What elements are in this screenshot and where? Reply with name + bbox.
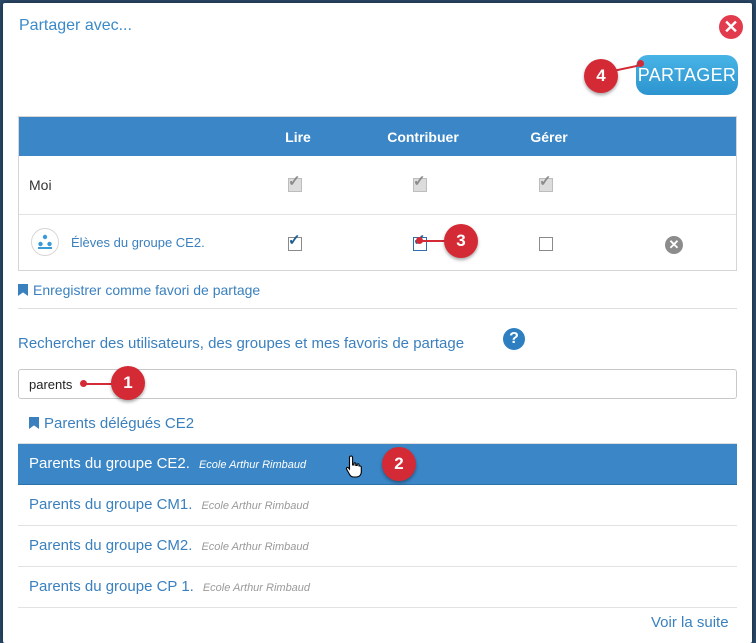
annotation-pointer [80,380,87,387]
header-contribuer: Contribuer [387,129,459,145]
help-icon[interactable]: ? [503,328,525,350]
result-name: Parents du groupe CM2. [29,537,193,554]
result-school: Ecole Arthur Rimbaud [198,459,307,471]
result-row[interactable]: Parents du groupe CM2. Ecole Arthur Rimba… [18,526,737,567]
result-school: Ecole Arthur Rimbaud [201,500,309,512]
share-permissions-table: Lire Contribuer Gérer Moi ✓ ✓ ✓ Élèves d… [18,116,737,271]
dialog-title: Partager avec... [19,17,132,34]
table-row-moi: Moi ✓ ✓ ✓ [19,156,736,215]
remove-icon[interactable]: ✕ [665,236,683,254]
lire-checkbox[interactable]: ✓ [288,232,302,251]
group-icon [31,228,59,256]
divider [18,308,737,309]
close-icon[interactable]: ✕ [719,15,743,39]
annotation-connector [84,383,112,385]
header-gerer: Gérer [530,129,568,145]
favorite-result-label: Parents délégués CE2 [44,415,195,432]
annotation-marker-1: 1 [111,366,145,400]
share-button[interactable]: PARTAGER [636,55,738,95]
annotation-marker-3: 3 [444,224,478,258]
result-row[interactable]: Parents du groupe CE2. Ecole Arthur Rimba… [18,444,737,485]
lire-checkbox: ✓ [288,173,302,192]
table-header: Lire Contribuer Gérer [19,117,736,156]
header-lire: Lire [285,129,311,145]
bookmark-icon [18,284,28,296]
table-row-group: Élèves du groupe CE2. ✓ ✓ ✕ [19,215,736,273]
contribuer-checkbox: ✓ [413,173,427,192]
more-results-link[interactable]: Voir la suite [651,614,729,631]
annotation-pointer [637,60,644,67]
gerer-checkbox: ✓ [539,173,553,192]
annotation-marker-4: 4 [584,59,618,93]
search-title: Rechercher des utilisateurs, des groupes… [18,335,465,352]
bookmark-icon [29,417,39,429]
result-school: Ecole Arthur Rimbaud [201,541,309,553]
gerer-checkbox[interactable] [539,237,553,251]
save-favorite-link[interactable]: Enregistrer comme favori de partage [18,282,260,298]
result-row[interactable]: Parents du groupe CM1. Ecole Arthur Rimba… [18,485,737,526]
result-name: Parents du groupe CP 1. [29,578,194,595]
result-name: Parents du groupe CE2. [29,455,190,472]
annotation-marker-2: 2 [382,447,416,481]
share-dialog: Partager avec... ✕ PARTAGER Lire Contrib… [3,3,752,643]
result-school: Ecole Arthur Rimbaud [202,582,311,594]
save-favorite-label: Enregistrer comme favori de partage [33,282,261,298]
favorite-result[interactable]: Parents délégués CE2 [29,415,194,432]
result-name: Parents du groupe CM1. [29,496,193,513]
row-name: Moi [29,177,52,193]
result-row[interactable]: Parents du groupe CP 1. Ecole Arthur Rimb… [18,567,737,608]
row-name: Élèves du groupe CE2. [71,235,205,250]
hand-cursor-icon [345,455,362,478]
annotation-pointer [416,237,423,244]
